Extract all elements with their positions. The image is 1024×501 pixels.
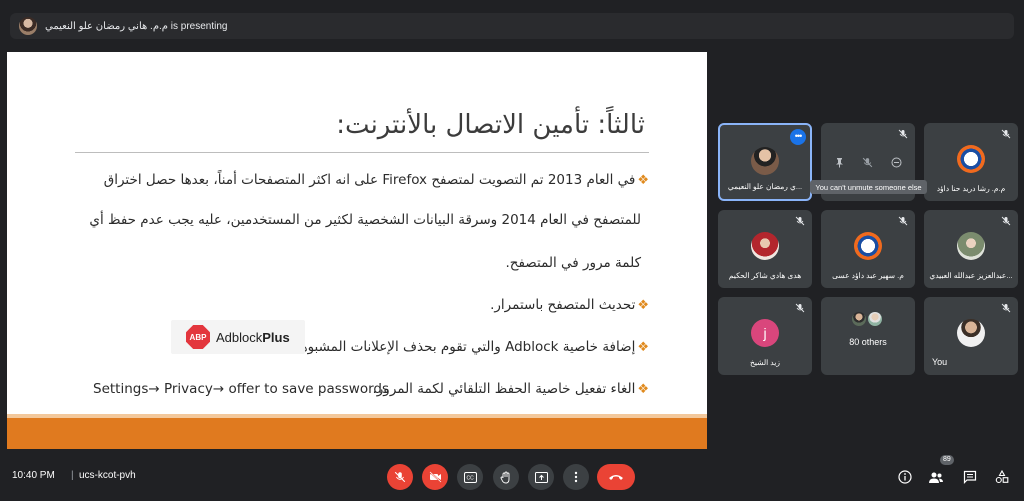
slide-line-3: كلمة مرور في المتصفح. <box>505 255 641 271</box>
bullet-icon: ❖ <box>637 382 649 397</box>
participant-tile[interactable]: j زيد الشيخ <box>718 297 812 375</box>
presenter-avatar <box>19 17 37 35</box>
remove-icon[interactable] <box>887 152 907 172</box>
present-button[interactable] <box>528 464 554 490</box>
mic-off-icon <box>1001 216 1011 226</box>
presenter-name: م.م. هاني رمضان علو النعيمي <box>45 20 168 32</box>
others-count: 80 others <box>849 337 887 347</box>
leave-call-button[interactable] <box>597 464 635 490</box>
more-options-icon[interactable]: ••• <box>790 129 806 145</box>
meeting-details-button[interactable] <box>895 467 915 487</box>
people-icon <box>929 472 943 483</box>
slide-footer-band <box>7 418 707 449</box>
participant-tile[interactable]: هدى هادي شاكر الحكيم <box>718 210 812 288</box>
presenting-bar: م.م. هاني رمضان علو النعيمي is presentin… <box>0 0 1024 52</box>
participant-avatar <box>854 232 882 260</box>
captions-button[interactable]: CC <box>457 464 483 490</box>
pin-icon[interactable] <box>829 152 849 172</box>
clock: 10:40 PM <box>12 470 55 481</box>
participant-name: You <box>932 357 948 367</box>
bullet-icon: ❖ <box>637 340 649 355</box>
participant-avatar <box>867 311 883 327</box>
slide-line-2: للمتصفح في العام 2014 وسرقة البيانات الش… <box>89 212 641 228</box>
participant-avatar <box>751 232 779 260</box>
bullet-icon: ❖ <box>637 173 649 188</box>
participant-name: م.م. رشا دريد حنا داؤد <box>936 184 1006 193</box>
mic-off-icon <box>795 303 805 313</box>
more-options-button[interactable] <box>563 464 589 490</box>
meet-window: م.م. هاني رمضان علو النعيمي is presentin… <box>0 0 1024 501</box>
mic-off-icon <box>1001 129 1011 139</box>
participant-avatar <box>957 145 985 173</box>
present-icon <box>534 471 548 483</box>
camera-off-icon <box>428 471 442 483</box>
slide-line-5: ❖إضافة خاصية Adblock والتي تقوم بحذف الإ… <box>288 339 649 355</box>
slide-line-4: ❖تحديث المتصفح باستمرار. <box>490 297 649 313</box>
slide-line-1: ❖في العام 2013 تم التصويت لمتصفح Firefox… <box>103 172 649 188</box>
svg-text:CC: CC <box>466 475 474 481</box>
participant-avatar <box>851 311 867 327</box>
participant-avatar: j <box>751 319 779 347</box>
participant-name: هدى هادي شاكر الحكيم <box>728 271 802 280</box>
participant-avatar <box>957 232 985 260</box>
mic-off-icon <box>898 216 908 226</box>
meeting-code: ucs-kcot-pvh <box>79 470 136 481</box>
participant-avatar <box>957 319 985 347</box>
participant-name: زيد الشيخ <box>750 358 780 367</box>
settings-path: Settings→ Privacy→ offer to save passwor… <box>93 381 390 397</box>
mic-off-icon <box>1001 303 1011 313</box>
tile-hover-controls <box>825 148 911 176</box>
participant-avatar <box>751 147 779 175</box>
slide-title-divider <box>75 152 649 153</box>
camera-toggle-button[interactable] <box>422 464 448 490</box>
participant-name: ...عبدالعزيز عبدالله العبيدي <box>929 271 1013 280</box>
activities-button[interactable] <box>992 467 1012 487</box>
captions-icon: CC <box>463 471 477 483</box>
mute-disabled-icon[interactable] <box>858 152 878 172</box>
bullet-icon: ❖ <box>637 298 649 313</box>
participant-tile[interactable]: ...عبدالعزيز عبدالله العبيدي <box>924 210 1018 288</box>
adblock-plus-logo: ABP AdblockPlus <box>171 320 305 354</box>
presenting-banner[interactable]: م.م. هاني رمضان علو النعيمي is presentin… <box>10 13 1014 39</box>
participant-tile-others[interactable]: 80 others <box>821 297 915 375</box>
people-count-badge: 89 <box>940 455 954 465</box>
chat-button[interactable] <box>960 467 980 487</box>
shared-slide: ثالثاً: تأمين الاتصال بالأنترنت: ❖في الع… <box>7 52 707 449</box>
adblock-wordmark: AdblockPlus <box>216 329 290 345</box>
more-vert-icon <box>574 471 578 483</box>
participant-tile-presenter[interactable]: ••• ...ي رمضان علو النعيمي <box>718 123 812 201</box>
raise-hand-button[interactable] <box>493 464 519 490</box>
unmute-tooltip: You can't unmute someone else <box>810 180 927 194</box>
participant-tile[interactable]: م.م. رشا دريد حنا داؤد <box>924 123 1018 201</box>
slide-title: ثالثاً: تأمين الاتصال بالأنترنت: <box>336 110 645 140</box>
bottom-toolbar: 10:40 PM | ucs-kcot-pvh CC 89 <box>0 455 1024 501</box>
mic-toggle-button[interactable] <box>387 464 413 490</box>
participant-tile-self[interactable]: You <box>924 297 1018 375</box>
mic-off-icon <box>795 216 805 226</box>
people-button[interactable] <box>926 467 946 487</box>
participant-name: ...ي رمضان علو النعيمي <box>727 182 803 191</box>
participant-tile[interactable]: م. سهير عبد داؤد عسى <box>821 210 915 288</box>
slide-line-6: ❖الغاء تفعيل خاصية الحفظ التلقائي لكمة ا… <box>372 381 649 397</box>
separator: | <box>71 470 74 481</box>
info-icon <box>898 470 912 484</box>
presenting-suffix: is presenting <box>167 20 228 32</box>
mic-off-icon <box>394 471 406 483</box>
activities-icon <box>995 470 1009 484</box>
mic-off-icon <box>898 129 908 139</box>
others-avatars <box>851 311 883 327</box>
hang-up-icon <box>609 475 623 480</box>
participant-name: م. سهير عبد داؤد عسى <box>832 271 904 280</box>
chat-icon <box>963 470 977 484</box>
adblock-icon: ABP <box>186 325 210 349</box>
presenting-label: م.م. هاني رمضان علو النعيمي is presentin… <box>45 21 227 32</box>
hand-icon <box>500 471 510 483</box>
